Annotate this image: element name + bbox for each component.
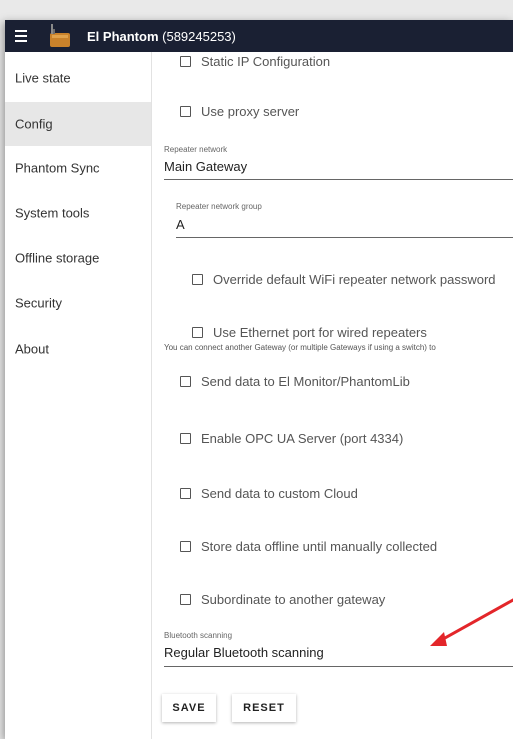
save-button[interactable]: SAVE: [162, 694, 216, 722]
opc-ua-checkbox[interactable]: [180, 433, 191, 444]
repeater-network-value: Main Gateway: [164, 159, 248, 174]
sidebar-item-label: System tools: [15, 205, 90, 221]
proxy-option[interactable]: Use proxy server: [180, 104, 299, 119]
repeater-group-value: A: [176, 217, 185, 232]
ethernet-hint: You can connect another Gateway (or mult…: [164, 343, 436, 352]
offline-checkbox[interactable]: [180, 541, 191, 552]
app-name: El Phantom: [87, 29, 159, 44]
sidebar-item-system-tools[interactable]: System tools: [5, 191, 151, 235]
override-wifi-checkbox[interactable]: [192, 274, 203, 285]
el-monitor-option[interactable]: Send data to El Monitor/PhantomLib: [180, 374, 410, 389]
bluetooth-scanning-value: Regular Bluetooth scanning: [164, 645, 324, 660]
subordinate-option[interactable]: Subordinate to another gateway: [180, 592, 385, 607]
opc-ua-label: Enable OPC UA Server (port 4334): [201, 431, 404, 446]
ethernet-label: Use Ethernet port for wired repeaters: [213, 325, 427, 340]
sidebar-item-live-state[interactable]: Live state: [5, 56, 151, 100]
app-device-id: (589245253): [162, 29, 236, 44]
repeater-group-label: Repeater network group: [176, 202, 262, 211]
custom-cloud-checkbox[interactable]: [180, 488, 191, 499]
reset-button[interactable]: RESET: [232, 694, 296, 722]
override-wifi-option[interactable]: Override default WiFi repeater network p…: [192, 272, 496, 287]
opc-ua-option[interactable]: Enable OPC UA Server (port 4334): [180, 431, 403, 446]
custom-cloud-option[interactable]: Send data to custom Cloud: [180, 486, 358, 501]
repeater-network-select[interactable]: Repeater network Main Gateway: [164, 145, 513, 180]
sidebar-item-security[interactable]: Security: [5, 281, 151, 325]
proxy-label: Use proxy server: [201, 104, 300, 119]
sidebar-item-label: Offline storage: [15, 250, 100, 266]
ethernet-checkbox[interactable]: [192, 327, 203, 338]
subordinate-label: Subordinate to another gateway: [201, 592, 386, 607]
static-ip-checkbox[interactable]: [180, 56, 191, 67]
phantom-device-logo-icon: [50, 24, 70, 47]
sidebar-item-about[interactable]: About: [5, 327, 151, 371]
red-annotation-arrow-icon: [430, 598, 513, 646]
proxy-checkbox[interactable]: [180, 106, 191, 117]
static-ip-label: Static IP Configuration: [201, 54, 331, 69]
el-monitor-label: Send data to El Monitor/PhantomLib: [201, 374, 410, 389]
sidebar-item-label: Phantom Sync: [15, 160, 100, 176]
sidebar-item-offline-storage[interactable]: Offline storage: [5, 236, 151, 280]
el-monitor-checkbox[interactable]: [180, 376, 191, 387]
sidebar-nav: Live state Config Phantom Sync System to…: [5, 52, 152, 739]
static-ip-option[interactable]: Static IP Configuration: [180, 54, 330, 69]
sidebar-item-label: Live state: [15, 70, 71, 86]
subordinate-checkbox[interactable]: [180, 594, 191, 605]
sidebar-item-config[interactable]: Config: [5, 102, 151, 146]
hamburger-menu-icon[interactable]: [15, 30, 29, 42]
repeater-group-input[interactable]: Repeater network group A: [176, 202, 513, 238]
app-title: El Phantom (589245253): [87, 29, 236, 44]
custom-cloud-label: Send data to custom Cloud: [201, 486, 358, 501]
sidebar-item-label: Security: [15, 295, 62, 311]
offline-option[interactable]: Store data offline until manually collec…: [180, 539, 437, 554]
sidebar-item-label: About: [15, 341, 49, 357]
bluetooth-scanning-label: Bluetooth scanning: [164, 631, 233, 640]
sidebar-item-phantom-sync[interactable]: Phantom Sync: [5, 146, 151, 190]
ethernet-option[interactable]: Use Ethernet port for wired repeaters: [192, 325, 427, 340]
app-bar: El Phantom (589245253): [5, 20, 513, 52]
sidebar-item-label: Config: [15, 116, 53, 132]
offline-label: Store data offline until manually collec…: [201, 539, 438, 554]
repeater-network-label: Repeater network: [164, 145, 228, 154]
override-wifi-label: Override default WiFi repeater network p…: [213, 272, 496, 287]
